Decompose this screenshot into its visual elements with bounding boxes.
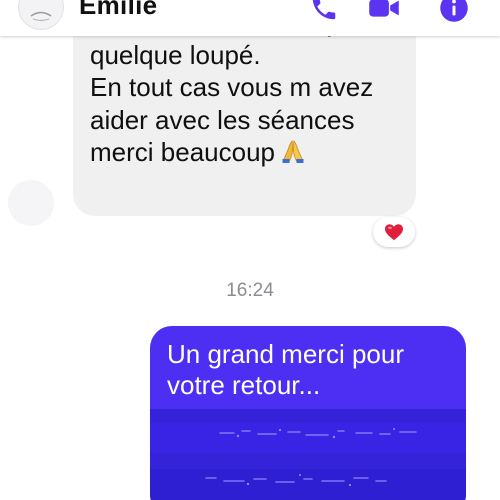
call-button[interactable] [306,0,342,26]
sent-message-text: Un grand merci pour votre retour... [167,339,404,400]
video-call-button[interactable] [366,0,402,26]
folded-hands-emoji-icon [281,138,305,172]
heart-emoji-icon [385,224,403,241]
conversation-header: Emilie [0,0,500,36]
contact-avatar[interactable] [18,0,64,30]
sender-avatar[interactable] [8,180,54,226]
info-icon [440,0,468,22]
video-camera-icon [369,0,399,17]
contact-name[interactable]: Emilie [79,0,157,21]
user-avatar-icon [19,0,63,29]
message-reaction[interactable] [373,217,415,247]
info-button[interactable] [436,0,472,26]
sent-message-bubble[interactable]: Un grand merci pour votre retour... [150,326,466,500]
message-timestamp: 16:24 [226,280,274,301]
phone-icon [312,0,336,20]
redacted-text-overlay [150,409,466,500]
chat-screen: Emilie accroche même si il y a quelque l… [0,0,500,500]
